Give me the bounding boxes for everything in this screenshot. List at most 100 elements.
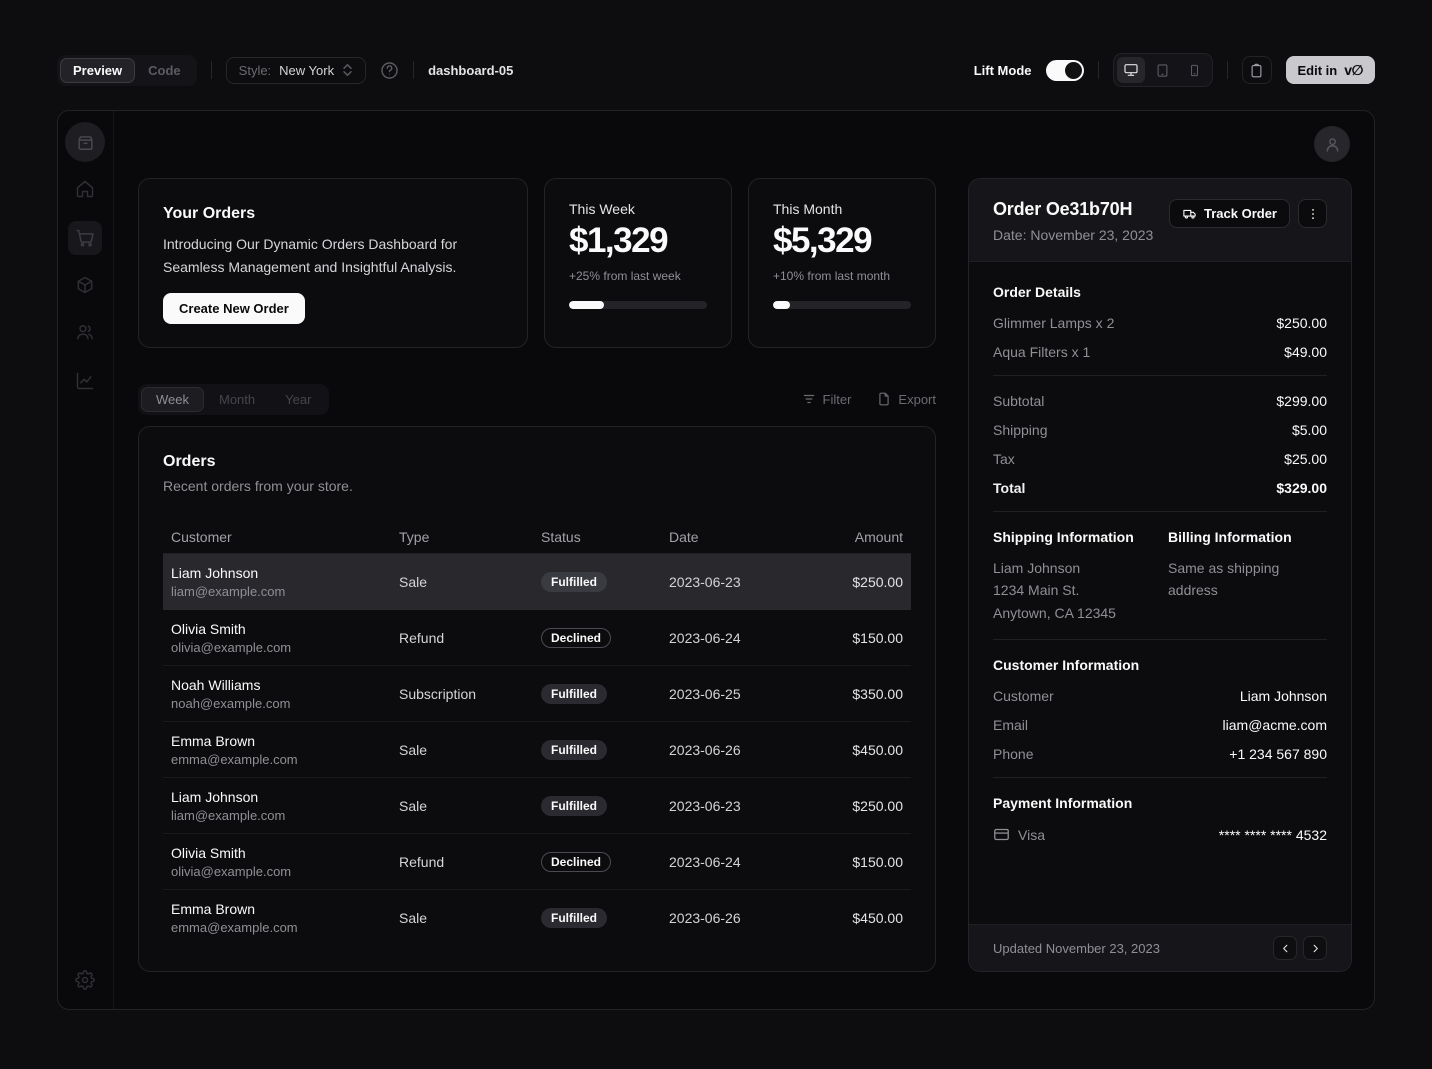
- next-order-button[interactable]: [1303, 936, 1327, 960]
- phone-row: Phone +1 234 567 890: [993, 746, 1327, 762]
- shipping-line: Anytown, CA 12345: [993, 602, 1152, 624]
- updated-label: Updated November 23, 2023: [993, 941, 1160, 956]
- table-row[interactable]: Liam Johnsonliam@example.com Sale Fulfil…: [163, 554, 911, 610]
- customer-email: liam@example.com: [171, 584, 399, 599]
- table-row[interactable]: Noah Williamsnoah@example.com Subscripti…: [163, 666, 911, 722]
- payment-row: Visa **** **** **** 4532: [993, 826, 1327, 843]
- status-badge: Fulfilled: [541, 740, 607, 760]
- sidebar-item-home[interactable]: [68, 172, 102, 206]
- tab-week[interactable]: Week: [141, 387, 204, 412]
- table-row[interactable]: Olivia Smitholivia@example.com Refund De…: [163, 610, 911, 666]
- filter-button[interactable]: Filter: [802, 392, 852, 407]
- help-icon[interactable]: [380, 61, 399, 80]
- order-type: Refund: [399, 630, 541, 646]
- status-badge: Declined: [541, 852, 611, 872]
- order-type: Sale: [399, 574, 541, 590]
- create-new-order-button[interactable]: Create New Order: [163, 293, 305, 324]
- total-value: $329.00: [1276, 480, 1327, 496]
- sidebar-item-orders[interactable]: [68, 221, 102, 255]
- sidebar-item-customers[interactable]: [68, 315, 102, 349]
- order-date: 2023-06-23: [669, 574, 819, 590]
- more-options-button[interactable]: [1298, 199, 1327, 228]
- chevron-up-down-icon: [342, 63, 353, 77]
- style-select[interactable]: Style: New York: [226, 57, 366, 84]
- table-row[interactable]: Emma Brownemma@example.com Sale Fulfille…: [163, 722, 911, 778]
- shipping-line: Liam Johnson: [993, 557, 1152, 579]
- billing-info-title: Billing Information: [1168, 529, 1327, 545]
- phone-label: Phone: [993, 746, 1033, 762]
- track-order-label: Track Order: [1204, 206, 1277, 221]
- order-panel-footer: Updated November 23, 2023: [969, 924, 1351, 971]
- col-status: Status: [541, 529, 669, 545]
- order-date: 2023-06-23: [669, 798, 819, 814]
- divider: [211, 61, 212, 79]
- divider: [993, 375, 1327, 376]
- order-amount: $250.00: [819, 798, 903, 814]
- customer-name: Olivia Smith: [171, 621, 399, 637]
- sidebar-item-products[interactable]: [68, 268, 102, 302]
- mobile-view-button[interactable]: [1181, 57, 1209, 83]
- v0-logo: v∅: [1344, 62, 1363, 79]
- filter-label: Filter: [823, 392, 852, 407]
- user-avatar[interactable]: [1314, 126, 1350, 162]
- sidebar-item-settings[interactable]: [68, 963, 102, 997]
- order-date: 2023-06-24: [669, 854, 819, 870]
- your-orders-description: Introducing Our Dynamic Orders Dashboard…: [163, 233, 493, 278]
- sidebar-item-analytics[interactable]: [68, 364, 102, 398]
- order-type: Sale: [399, 910, 541, 926]
- order-date: 2023-06-25: [669, 686, 819, 702]
- customer-email: emma@example.com: [171, 920, 399, 935]
- status-badge: Fulfilled: [541, 796, 607, 816]
- this-week-delta: +25% from last week: [569, 269, 707, 283]
- item-price: $250.00: [1276, 315, 1327, 331]
- edit-in-v0-button[interactable]: Edit in v∅: [1286, 56, 1376, 84]
- preview-frame: Dashboard Orders Recent Orders Search...…: [57, 110, 1375, 1010]
- sidebar: [58, 111, 114, 1009]
- customer-email: emma@example.com: [171, 752, 399, 767]
- toggle-knob: [1065, 62, 1082, 79]
- status-badge: Fulfilled: [541, 572, 607, 592]
- this-week-value: $1,329: [569, 221, 707, 261]
- order-amount: $150.00: [819, 630, 903, 646]
- email-row: Emailliam@acme.com: [993, 717, 1327, 733]
- store-logo[interactable]: [65, 122, 105, 162]
- lift-mode-toggle[interactable]: [1046, 60, 1084, 81]
- table-row[interactable]: Olivia Smitholivia@example.com Refund De…: [163, 834, 911, 890]
- order-date: 2023-06-26: [669, 742, 819, 758]
- tab-month[interactable]: Month: [204, 387, 270, 412]
- desktop-view-button[interactable]: [1117, 57, 1145, 83]
- phone-value[interactable]: +1 234 567 890: [1229, 746, 1327, 762]
- item-name: Glimmer Lamps x 2: [993, 315, 1114, 331]
- subtotal-label: Subtotal: [993, 393, 1044, 409]
- orders-card: Orders Recent orders from your store. Cu…: [138, 426, 936, 972]
- your-orders-title: Your Orders: [163, 205, 503, 223]
- payment-info-title: Payment Information: [993, 795, 1327, 811]
- order-type: Subscription: [399, 686, 541, 702]
- tax-row: Tax$25.00: [993, 451, 1327, 467]
- tablet-view-button[interactable]: [1149, 57, 1177, 83]
- email-value[interactable]: liam@acme.com: [1223, 717, 1327, 733]
- table-header: Customer Type Status Date Amount: [163, 520, 911, 554]
- col-type: Type: [399, 529, 541, 545]
- billing-line: Same as shipping address: [1168, 557, 1298, 602]
- period-tabs: Week Month Year: [138, 384, 329, 415]
- table-row[interactable]: Liam Johnsonliam@example.com Sale Fulfil…: [163, 778, 911, 834]
- tab-year[interactable]: Year: [270, 387, 326, 412]
- progress-fill: [569, 301, 604, 309]
- copy-code-button[interactable]: [1242, 56, 1272, 84]
- orders-table: Customer Type Status Date Amount Liam Jo…: [163, 520, 911, 946]
- previous-order-button[interactable]: [1273, 936, 1297, 960]
- item-name: Aqua Filters x 1: [993, 344, 1090, 360]
- track-order-button[interactable]: Track Order: [1169, 199, 1290, 228]
- col-customer: Customer: [171, 529, 399, 545]
- tab-code[interactable]: Code: [135, 58, 194, 83]
- subtotal-value: $299.00: [1276, 393, 1327, 409]
- app-toolbar: Preview Code Style: New York dashboard-0…: [57, 54, 1375, 86]
- table-row[interactable]: Emma Brownemma@example.com Sale Fulfille…: [163, 890, 911, 946]
- export-button[interactable]: Export: [877, 392, 936, 407]
- order-amount: $450.00: [819, 910, 903, 926]
- col-amount: Amount: [819, 529, 903, 545]
- progress-fill: [773, 301, 790, 309]
- tab-preview[interactable]: Preview: [60, 58, 135, 83]
- this-month-progress: [773, 301, 911, 309]
